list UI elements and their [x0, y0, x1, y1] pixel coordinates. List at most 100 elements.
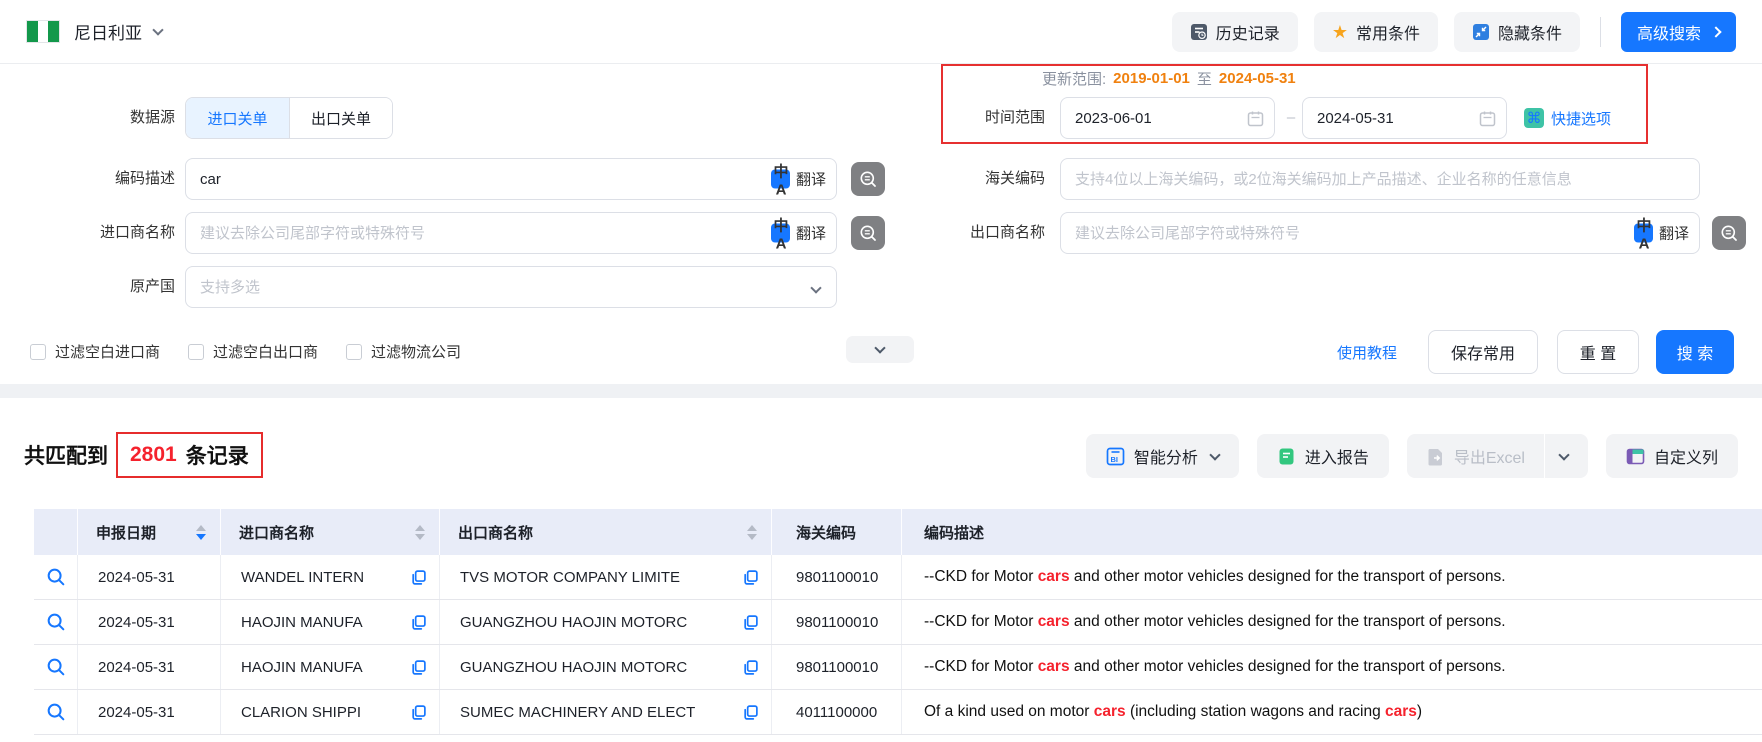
search-button[interactable]: 搜 索 — [1656, 330, 1734, 374]
export-excel-button[interactable]: 导出Excel — [1407, 434, 1588, 478]
copy-icon[interactable] — [742, 704, 759, 721]
tab-export-declarations[interactable]: 出口关单 — [289, 98, 392, 138]
translate-button[interactable]: 翻译 — [771, 223, 826, 244]
checkbox-unchecked[interactable] — [346, 344, 362, 360]
row-detail-button[interactable] — [34, 645, 78, 689]
update-range-end: 2024-05-31 — [1219, 70, 1296, 87]
tutorial-link[interactable]: 使用教程 — [1337, 342, 1397, 363]
row-importer: WANDEL INTERN — [221, 555, 440, 599]
star-icon — [1332, 23, 1348, 41]
code-description-field: 翻译 — [185, 158, 837, 200]
translate-button[interactable]: 翻译 — [1634, 223, 1689, 244]
filter-blank-exporter[interactable]: 过滤空白出口商 — [188, 341, 318, 362]
magnifier-icon — [45, 701, 67, 723]
header-label: 申报日期 — [96, 522, 156, 543]
header-label: 海关编码 — [796, 522, 856, 543]
row-description: --CKD for Motor cars and other motor veh… — [902, 555, 1762, 599]
end-date-input[interactable] — [1303, 98, 1506, 138]
header-label: 编码描述 — [924, 522, 984, 543]
results-summary: 共匹配到 2801 条记录 — [24, 432, 263, 478]
copy-icon[interactable] — [410, 659, 427, 676]
code-description-label: 编码描述 — [30, 158, 175, 200]
row-hs-code: 4011100000 — [772, 690, 902, 734]
row-exporter: GUANGZHOU HAOJIN MOTORC — [440, 645, 772, 689]
filter-blank-importer[interactable]: 过滤空白进口商 — [30, 341, 160, 362]
start-date-field — [1060, 97, 1275, 139]
topbar-actions: 历史记录 常用条件 隐藏条件 高级搜索 — [1172, 12, 1736, 52]
calendar-icon[interactable] — [1247, 110, 1264, 127]
checkbox-unchecked[interactable] — [188, 344, 204, 360]
favorites-button[interactable]: 常用条件 — [1314, 12, 1438, 52]
data-source-label: 数据源 — [30, 97, 175, 139]
translate-label: 翻译 — [1659, 223, 1689, 244]
translate-label: 翻译 — [796, 223, 826, 244]
translate-button[interactable]: 翻译 — [771, 169, 826, 190]
search-lines-icon — [1719, 223, 1739, 243]
importer-similar-search-button[interactable] — [851, 216, 885, 250]
country-name: 尼日利亚 — [74, 19, 142, 44]
reset-button[interactable]: 重 置 — [1557, 330, 1639, 374]
update-range-label: 更新范围: — [1042, 68, 1106, 89]
copy-icon[interactable] — [410, 704, 427, 721]
row-description: --CKD for Motor cars and other motor veh… — [902, 600, 1762, 644]
smart-analysis-button[interactable]: BI 智能分析 — [1086, 434, 1239, 478]
copy-icon[interactable] — [742, 569, 759, 586]
table-header-actions — [34, 509, 78, 555]
filter-label: 过滤物流公司 — [371, 341, 461, 362]
sort-icon[interactable] — [415, 525, 425, 540]
chevron-down-icon[interactable] — [1558, 449, 1569, 460]
row-exporter: TVS MOTOR COMPANY LIMITE — [440, 555, 772, 599]
hs-code-label: 海关编码 — [905, 158, 1045, 200]
table-header-declaration-date[interactable]: 申报日期 — [78, 509, 221, 555]
quick-options-button[interactable]: 快捷选项 — [1524, 97, 1611, 139]
history-label: 历史记录 — [1216, 20, 1280, 44]
row-detail-button[interactable] — [34, 690, 78, 734]
exporter-similar-search-button[interactable] — [1712, 216, 1746, 250]
row-detail-button[interactable] — [34, 555, 78, 599]
history-button[interactable]: 历史记录 — [1172, 12, 1298, 52]
update-range-start: 2019-01-01 — [1113, 70, 1190, 87]
row-importer: HAOJIN MANUFA — [221, 600, 440, 644]
end-date-field — [1302, 97, 1507, 139]
search-lines-icon — [858, 223, 878, 243]
tab-import-declarations[interactable]: 进口关单 — [186, 98, 289, 138]
quick-options-label: 快捷选项 — [1551, 108, 1611, 129]
table-header-exporter[interactable]: 出口商名称 — [440, 509, 772, 555]
filter-checkboxes: 过滤空白进口商 过滤空白出口商 过滤物流公司 — [30, 341, 461, 362]
save-favorite-button[interactable]: 保存常用 — [1428, 330, 1538, 374]
exporter-label: 出口商名称 — [905, 212, 1045, 254]
collapse-form-button[interactable] — [846, 336, 914, 363]
copy-icon[interactable] — [742, 659, 759, 676]
copy-icon[interactable] — [410, 614, 427, 631]
country-selector[interactable]: 尼日利亚 — [26, 19, 162, 44]
chevron-right-icon — [1710, 26, 1721, 37]
row-hs-code: 9801100010 — [772, 600, 902, 644]
code-description-similar-search-button[interactable] — [851, 162, 885, 196]
row-importer: HAOJIN MANUFA — [221, 645, 440, 689]
hs-code-input[interactable] — [1061, 159, 1699, 199]
checkbox-unchecked[interactable] — [30, 344, 46, 360]
sort-icon[interactable] — [747, 525, 757, 540]
divider — [1600, 17, 1601, 47]
time-range-label: 时间范围 — [905, 97, 1045, 139]
table-body: 2024-05-31 WANDEL INTERN TVS MOTOR COMPA… — [34, 555, 1762, 735]
enter-report-button[interactable]: 进入报告 — [1257, 434, 1389, 478]
origin-country-input[interactable] — [186, 267, 836, 307]
row-description: Of a kind used on motor cars (including … — [902, 690, 1762, 734]
nigeria-flag-icon — [26, 20, 60, 43]
copy-icon[interactable] — [742, 614, 759, 631]
custom-columns-button[interactable]: 自定义列 — [1606, 434, 1738, 478]
advanced-search-label: 高级搜索 — [1637, 20, 1701, 44]
row-detail-button[interactable] — [34, 600, 78, 644]
table-header-importer[interactable]: 进口商名称 — [221, 509, 440, 555]
start-date-input[interactable] — [1061, 98, 1274, 138]
code-description-input[interactable] — [186, 159, 836, 199]
hide-conditions-button[interactable]: 隐藏条件 — [1454, 12, 1580, 52]
sort-icon[interactable] — [196, 525, 206, 540]
importer-input[interactable] — [186, 213, 836, 253]
filter-logistics-company[interactable]: 过滤物流公司 — [346, 341, 461, 362]
calendar-icon[interactable] — [1479, 110, 1496, 127]
copy-icon[interactable] — [410, 569, 427, 586]
advanced-search-button[interactable]: 高级搜索 — [1621, 12, 1736, 52]
exporter-input[interactable] — [1061, 213, 1699, 253]
